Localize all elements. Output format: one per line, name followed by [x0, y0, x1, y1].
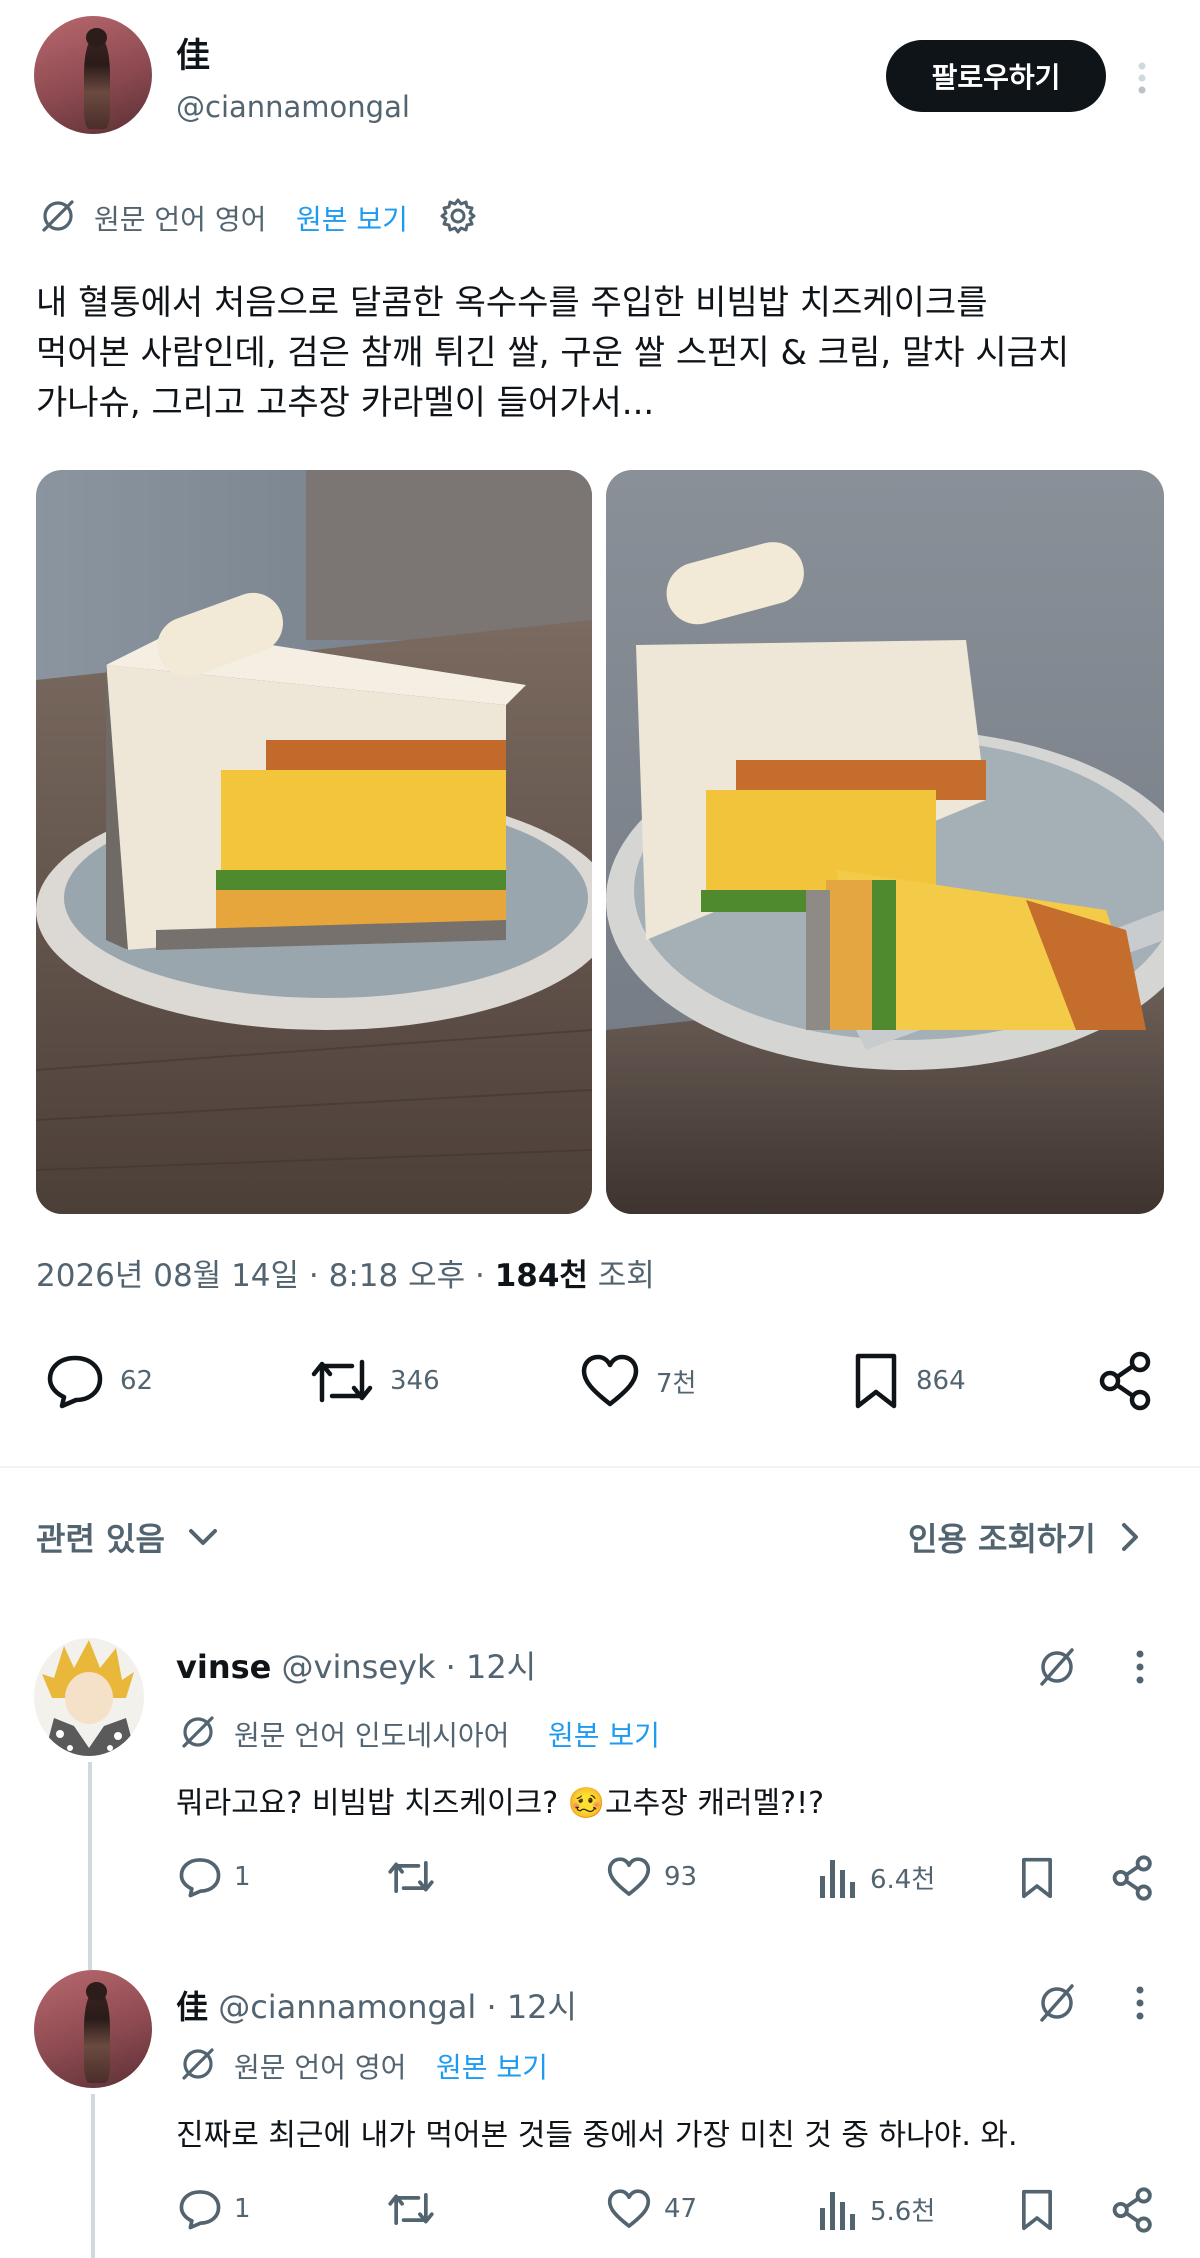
- bookmark-icon[interactable]: [1018, 2186, 1056, 2234]
- reply-count: 62: [120, 1366, 154, 1396]
- reply-repost-button[interactable]: [384, 1854, 452, 1900]
- share-icon[interactable]: [1096, 1350, 1156, 1412]
- reply-text: 뭐라고요? 비빔밥 치즈케이크? 🥴고추장 캐러멜?!?: [176, 1778, 824, 1822]
- chevron-right-icon: [1110, 1517, 1150, 1557]
- reply-icon: [44, 1350, 106, 1412]
- reply-display-name[interactable]: vinse: [176, 1648, 271, 1686]
- reply-views-button[interactable]: 5.6천: [818, 2186, 935, 2232]
- repost-icon: [384, 2186, 438, 2232]
- chevron-down-icon: [183, 1517, 223, 1557]
- settings-gear-icon[interactable]: [438, 196, 478, 236]
- post-datetime: 2026년 08월 14일 · 8:18 오후 ·: [36, 1258, 495, 1294]
- more-options-icon[interactable]: [1132, 58, 1152, 98]
- like-count: 7천: [656, 1368, 697, 1399]
- reply-icon: [176, 2186, 224, 2232]
- repost-icon: [384, 1854, 438, 1900]
- bookmark-icon[interactable]: [1018, 1854, 1056, 1902]
- repost-icon: [308, 1350, 376, 1412]
- author-avatar[interactable]: [34, 16, 152, 134]
- reply-view-count: 5.6천: [870, 2196, 936, 2227]
- bookmark-button[interactable]: 864: [850, 1350, 966, 1412]
- quote-label: 인용 조회하기: [908, 1520, 1096, 1558]
- related-label: 관련 있음: [36, 1520, 165, 1558]
- more-options-icon[interactable]: [1130, 1982, 1150, 2024]
- reply-handle[interactable]: @vinseyk: [282, 1648, 436, 1686]
- heart-icon: [604, 2186, 654, 2232]
- reply-views-button[interactable]: 6.4천: [818, 1854, 935, 1900]
- post-text-line: 가나슈, 그리고 고추장 카라멜이 들어가서...: [36, 383, 655, 423]
- like-button[interactable]: 7천: [578, 1350, 696, 1412]
- reply-translate-label: 원문 언어 인도네시아어: [234, 1719, 510, 1752]
- reply-show-original-link[interactable]: 원본 보기: [548, 1714, 660, 1754]
- reply-text-end: 고추장 캐러멜?!?: [605, 1786, 825, 1821]
- post-text-line: 내 혈통에서 처음으로 달콤한 옥수수를 주입한 비빔밥 치즈케이크를: [36, 283, 988, 323]
- bookmark-icon: [850, 1350, 902, 1412]
- reply-reply-button[interactable]: 1: [176, 2186, 251, 2232]
- reply-repost-button[interactable]: [384, 2186, 452, 2232]
- thread-line: [88, 1762, 92, 1970]
- reply-like-button[interactable]: 93: [604, 1854, 697, 1900]
- author-display-name[interactable]: 佳: [176, 28, 210, 77]
- view-count-label: 조회: [587, 1258, 655, 1294]
- reply-time[interactable]: · 12시: [476, 1988, 577, 2026]
- reply-reply-count: 1: [234, 2194, 251, 2224]
- reply-like-count: 93: [664, 1862, 698, 1892]
- reply-handle[interactable]: @ciannamongal: [218, 1988, 476, 2026]
- post-photo-1[interactable]: [36, 470, 592, 1214]
- grok-icon[interactable]: [1034, 1644, 1080, 1690]
- reply-reply-count: 1: [234, 1862, 251, 1892]
- repost-button[interactable]: 346: [308, 1350, 440, 1412]
- reply-header: vinse @vinseyk · 12시: [176, 1642, 536, 1688]
- translate-icon: [178, 1712, 218, 1752]
- heart-icon: [604, 1854, 654, 1900]
- post-photo-2[interactable]: [606, 470, 1164, 1214]
- share-icon[interactable]: [1110, 2186, 1156, 2234]
- analytics-icon: [818, 1854, 860, 1900]
- analytics-icon: [818, 2186, 860, 2232]
- reply-avatar[interactable]: [34, 1638, 144, 1756]
- reply-like-button[interactable]: 47: [604, 2186, 697, 2232]
- divider: [0, 1466, 1200, 1468]
- grok-icon[interactable]: [1034, 1980, 1080, 2026]
- post-text-line: 먹어본 사람인데, 검은 참깨 튀긴 쌀, 구운 쌀 스펀지 & 크림, 말차 …: [36, 333, 1070, 373]
- thread-line: [91, 2094, 95, 2258]
- translate-icon: [178, 2044, 218, 2084]
- post-timestamp[interactable]: 2026년 08월 14일 · 8:18 오후 · 184천 조회: [36, 1250, 655, 1295]
- related-sort-dropdown[interactable]: 관련 있음: [36, 1514, 223, 1560]
- share-icon[interactable]: [1110, 1854, 1156, 1902]
- author-handle[interactable]: @ciannamongal: [176, 90, 410, 124]
- reply-button[interactable]: 62: [44, 1350, 153, 1412]
- translate-icon: [38, 196, 78, 236]
- view-quotes-link[interactable]: 인용 조회하기: [908, 1514, 1150, 1560]
- translate-label: 원문 언어 영어: [94, 203, 267, 236]
- view-count: 184천: [494, 1258, 588, 1294]
- reply-time[interactable]: · 12시: [435, 1648, 537, 1686]
- show-original-link[interactable]: 원본 보기: [296, 198, 408, 238]
- reply-text-start: 뭐라고요? 비빔밥 치즈케이크?: [176, 1786, 568, 1821]
- follow-button[interactable]: 팔로우하기: [886, 40, 1106, 112]
- reply-like-count: 47: [664, 2194, 698, 2224]
- post-text: 내 혈통에서 처음으로 달콤한 옥수수를 주입한 비빔밥 치즈케이크를 먹어본 …: [36, 278, 1166, 428]
- more-options-icon[interactable]: [1130, 1646, 1150, 1688]
- reply-avatar[interactable]: [34, 1970, 152, 2088]
- reply-header: 佳 @ciannamongal · 12시: [176, 1982, 577, 2028]
- bookmark-count: 864: [916, 1366, 966, 1396]
- reply-display-name[interactable]: 佳: [176, 1988, 208, 2026]
- reply-reply-button[interactable]: 1: [176, 1854, 251, 1900]
- reply-icon: [176, 1854, 224, 1900]
- repost-count: 346: [390, 1366, 440, 1396]
- reply-view-count: 6.4천: [870, 1864, 936, 1895]
- reply-text: 진짜로 최근에 내가 먹어본 것들 중에서 가장 미친 것 중 하나야. 와.: [176, 2118, 1018, 2153]
- woozy-face-emoji: 🥴: [567, 1786, 606, 1821]
- reply-translate-label: 원문 언어 영어: [234, 2051, 407, 2084]
- reply-show-original-link[interactable]: 원본 보기: [436, 2046, 548, 2086]
- heart-icon: [578, 1350, 642, 1412]
